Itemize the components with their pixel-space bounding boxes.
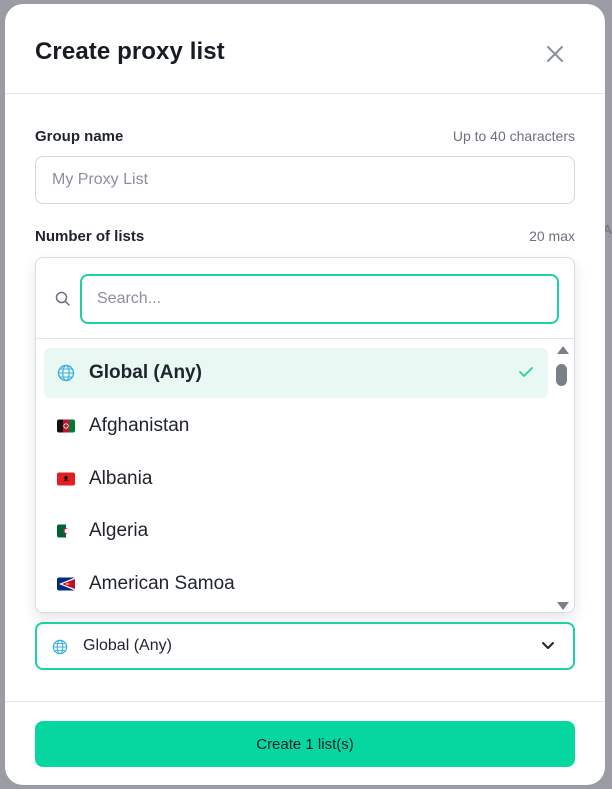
country-select[interactable]: Global (Any): [35, 622, 575, 670]
close-icon[interactable]: [543, 42, 567, 66]
number-of-lists-hint: 20 max: [529, 228, 575, 244]
dialog-title: Create proxy list: [35, 38, 225, 65]
group-name-label-row: Group name Up to 40 characters: [35, 128, 575, 145]
option-algeria[interactable]: Algeria: [44, 505, 548, 558]
chevron-down-icon: [542, 642, 554, 649]
country-select-value: Global (Any): [83, 637, 172, 654]
option-label: American Samoa: [89, 572, 235, 594]
albania-flag-icon: [57, 472, 75, 486]
globe-icon: [52, 639, 68, 655]
checkmark-icon: [519, 367, 533, 377]
option-label: Algeria: [89, 520, 149, 542]
dropdown-search-area: [36, 258, 574, 339]
group-name-input[interactable]: [36, 157, 574, 203]
group-name-field[interactable]: [35, 156, 575, 204]
scroll-up-arrow-icon[interactable]: [557, 346, 569, 354]
number-of-lists-label: Number of lists: [35, 228, 145, 245]
globe-icon: [57, 364, 75, 382]
option-label: Albania: [89, 467, 153, 489]
scroll-down-arrow-icon[interactable]: [557, 602, 569, 610]
option-albania[interactable]: Albania: [44, 453, 548, 506]
search-icon: [55, 291, 70, 306]
option-label: Afghanistan: [89, 415, 190, 437]
dropdown-search-field[interactable]: [80, 274, 559, 324]
dropdown-search-input[interactable]: [82, 276, 557, 322]
number-of-lists-label-row: Number of lists 20 max: [35, 228, 575, 245]
country-option-list: Global (Any) Afghanistan Albania Algeria…: [36, 340, 556, 610]
option-afghanistan[interactable]: Afghanistan: [44, 400, 548, 453]
american-samoa-flag-icon: [57, 577, 75, 591]
dialog-header: Create proxy list: [5, 4, 605, 94]
scrollbar-thumb[interactable]: [556, 364, 567, 386]
algeria-flag-icon: [57, 524, 75, 538]
group-name-label: Group name: [35, 128, 124, 145]
create-lists-button[interactable]: Create 1 list(s): [35, 721, 575, 767]
option-global-any[interactable]: Global (Any): [44, 348, 548, 398]
afghanistan-flag-icon: [57, 419, 75, 433]
option-label: Global (Any): [89, 362, 202, 383]
group-name-hint: Up to 40 characters: [452, 128, 575, 144]
create-proxy-list-dialog: Create proxy list Group name Up to 40 ch…: [5, 4, 605, 785]
country-dropdown-menu: Global (Any) Afghanistan Albania: [35, 257, 575, 613]
option-american-samoa[interactable]: American Samoa: [44, 558, 548, 611]
